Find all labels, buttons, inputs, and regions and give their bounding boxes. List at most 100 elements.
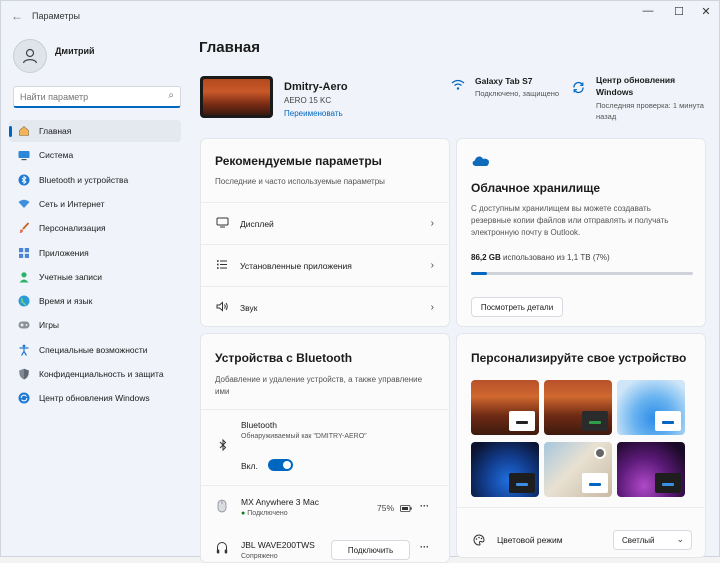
connected-dot-icon: ● xyxy=(241,510,246,517)
search-icon[interactable]: ⌕ xyxy=(168,90,174,101)
battery-level: 75% xyxy=(377,503,395,513)
avatar[interactable] xyxy=(13,39,47,73)
sidebar-item-home[interactable]: Главная xyxy=(9,120,181,142)
more-options-button[interactable]: ··· xyxy=(420,501,429,511)
camera-icon xyxy=(594,447,606,459)
color-mode-select[interactable]: Светлый ⌄ xyxy=(613,530,692,550)
sidebar-item-shield[interactable]: Конфиденциальность и защита xyxy=(9,363,181,385)
monitor-icon xyxy=(215,217,229,231)
settings-window: ← Параметры — ☐ ✕ Дмитрий ⌕ Главная Систе… xyxy=(0,0,720,563)
color-mode-value: Светлый xyxy=(622,535,655,545)
headphones-icon xyxy=(216,541,228,560)
sidebar-item-label: Персонализация xyxy=(39,223,106,234)
chevron-right-icon: › xyxy=(430,218,434,229)
bluetooth-subtitle: Добавление и удаление устройств, а также… xyxy=(215,375,423,396)
maximize-button[interactable]: ☐ xyxy=(666,5,692,18)
recommended-item-label: Звук xyxy=(240,302,258,313)
bluetooth-discoverable: Обнаруживаемый как "DMITRY-AERO" xyxy=(241,433,367,440)
device-name: MX Anywhere 3 Mac xyxy=(241,497,319,507)
close-button[interactable]: ✕ xyxy=(693,5,719,18)
theme-tile[interactable] xyxy=(617,380,685,435)
sidebar-item-globe[interactable]: Время и язык xyxy=(9,290,181,312)
sidebar-item-person[interactable]: Учетные записи xyxy=(9,266,181,288)
divider xyxy=(457,507,706,508)
display-icon xyxy=(18,149,30,161)
recommended-item-label: Дисплей xyxy=(240,218,274,229)
cloud-usage-fill xyxy=(471,272,487,275)
update-icon xyxy=(573,81,584,94)
palette-icon xyxy=(473,534,485,546)
list-icon xyxy=(215,259,229,273)
theme-tile[interactable] xyxy=(617,442,685,497)
shield-icon xyxy=(18,368,30,380)
update-last-check-line2: назад xyxy=(596,112,617,121)
user-icon xyxy=(22,48,38,64)
cloud-used: 86,2 GB xyxy=(471,253,501,262)
accessibility-icon xyxy=(18,344,30,356)
sidebar-item-gamepad[interactable]: Игры xyxy=(9,314,181,336)
back-button[interactable]: ← xyxy=(11,9,23,23)
battery-icon xyxy=(400,505,412,512)
connect-button[interactable]: Подключить xyxy=(331,540,410,560)
sidebar-item-label: Конфиденциальность и защита xyxy=(39,369,164,379)
more-options-button[interactable]: ··· xyxy=(420,542,429,552)
minimize-button[interactable]: — xyxy=(635,5,661,17)
wifi-icon xyxy=(451,79,465,90)
theme-tile[interactable] xyxy=(471,380,539,435)
sidebar-item-brush[interactable]: Персонализация xyxy=(9,217,181,239)
brush-icon xyxy=(18,222,30,234)
divider xyxy=(201,485,450,486)
theme-tile[interactable] xyxy=(544,380,612,435)
network-status: Подключено, защищено xyxy=(475,89,560,98)
sidebar: Дмитрий ⌕ Главная Система Bluetooth и устр… xyxy=(1,31,191,558)
speaker-icon xyxy=(215,300,229,315)
sidebar-item-label: Приложения xyxy=(39,247,89,258)
sidebar-item-apps[interactable]: Приложения xyxy=(9,242,181,264)
update-icon xyxy=(18,392,30,404)
device-name: Dmitry-Aero xyxy=(284,81,348,93)
wifi-icon xyxy=(18,198,30,210)
search-input[interactable] xyxy=(20,88,160,106)
main-content: Главная Dmitry-Aero AERO 15 KC Переимено… xyxy=(191,31,720,563)
sidebar-item-label: Центр обновления Windows xyxy=(39,393,150,404)
theme-tile[interactable] xyxy=(471,442,539,497)
recommended-item-display[interactable]: Дисплей › xyxy=(201,202,450,244)
sidebar-item-display[interactable]: Система xyxy=(9,144,181,166)
cloud-storage-card: Облачное хранилище С доступным хранилище… xyxy=(456,138,706,327)
bluetooth-title: Устройства с Bluetooth xyxy=(215,351,353,365)
rename-link[interactable]: Переименовать xyxy=(284,109,343,118)
sidebar-item-wifi[interactable]: Сеть и Интернет xyxy=(9,193,181,215)
sidebar-item-update[interactable]: Центр обновления Windows xyxy=(9,387,181,409)
recommended-item-sound[interactable]: Звук › xyxy=(201,286,450,328)
sidebar-item-label: Сеть и Интернет xyxy=(39,198,105,209)
bluetooth-card: Устройства с Bluetooth Добавление и удал… xyxy=(200,333,450,563)
recommended-subtitle: Последние и часто используемые параметры xyxy=(215,177,385,186)
sidebar-item-label: Система xyxy=(39,150,74,161)
recommended-card: Рекомендуемые параметры Последние и част… xyxy=(200,138,450,327)
bluetooth-toggle[interactable] xyxy=(268,459,293,471)
sidebar-item-label: Игры xyxy=(39,320,60,331)
gamepad-icon xyxy=(18,319,30,331)
window-title: Параметры xyxy=(32,11,80,21)
device-name: JBL WAVE200TWS xyxy=(241,540,315,550)
bluetooth-icon xyxy=(18,174,30,186)
update-title-line2[interactable]: Windows xyxy=(596,87,633,97)
user-name: Дмитрий xyxy=(55,46,95,56)
device-status: ● Подключено xyxy=(241,510,288,517)
person-icon xyxy=(18,271,30,283)
cloud-title: Облачное хранилище xyxy=(471,181,601,195)
mouse-icon xyxy=(217,499,227,518)
recommended-item-label: Установленные приложения xyxy=(240,260,352,271)
recommended-item-apps[interactable]: Установленные приложения › xyxy=(201,244,450,286)
device-model: AERO 15 KC xyxy=(284,96,332,105)
chevron-right-icon: › xyxy=(430,302,434,313)
update-title-line1[interactable]: Центр обновления xyxy=(596,75,675,85)
network-title[interactable]: Galaxy Tab S7 xyxy=(475,76,532,86)
theme-tile[interactable] xyxy=(544,442,612,497)
update-last-check-line1: Последняя проверка: 1 минута xyxy=(596,101,704,110)
sidebar-item-bluetooth[interactable]: Bluetooth и устройства xyxy=(9,169,181,191)
cloud-usage-bar xyxy=(471,272,693,275)
sidebar-item-accessibility[interactable]: Специальные возможности xyxy=(9,339,181,361)
view-details-button[interactable]: Посмотреть детали xyxy=(471,297,563,317)
apps-icon xyxy=(18,247,30,259)
